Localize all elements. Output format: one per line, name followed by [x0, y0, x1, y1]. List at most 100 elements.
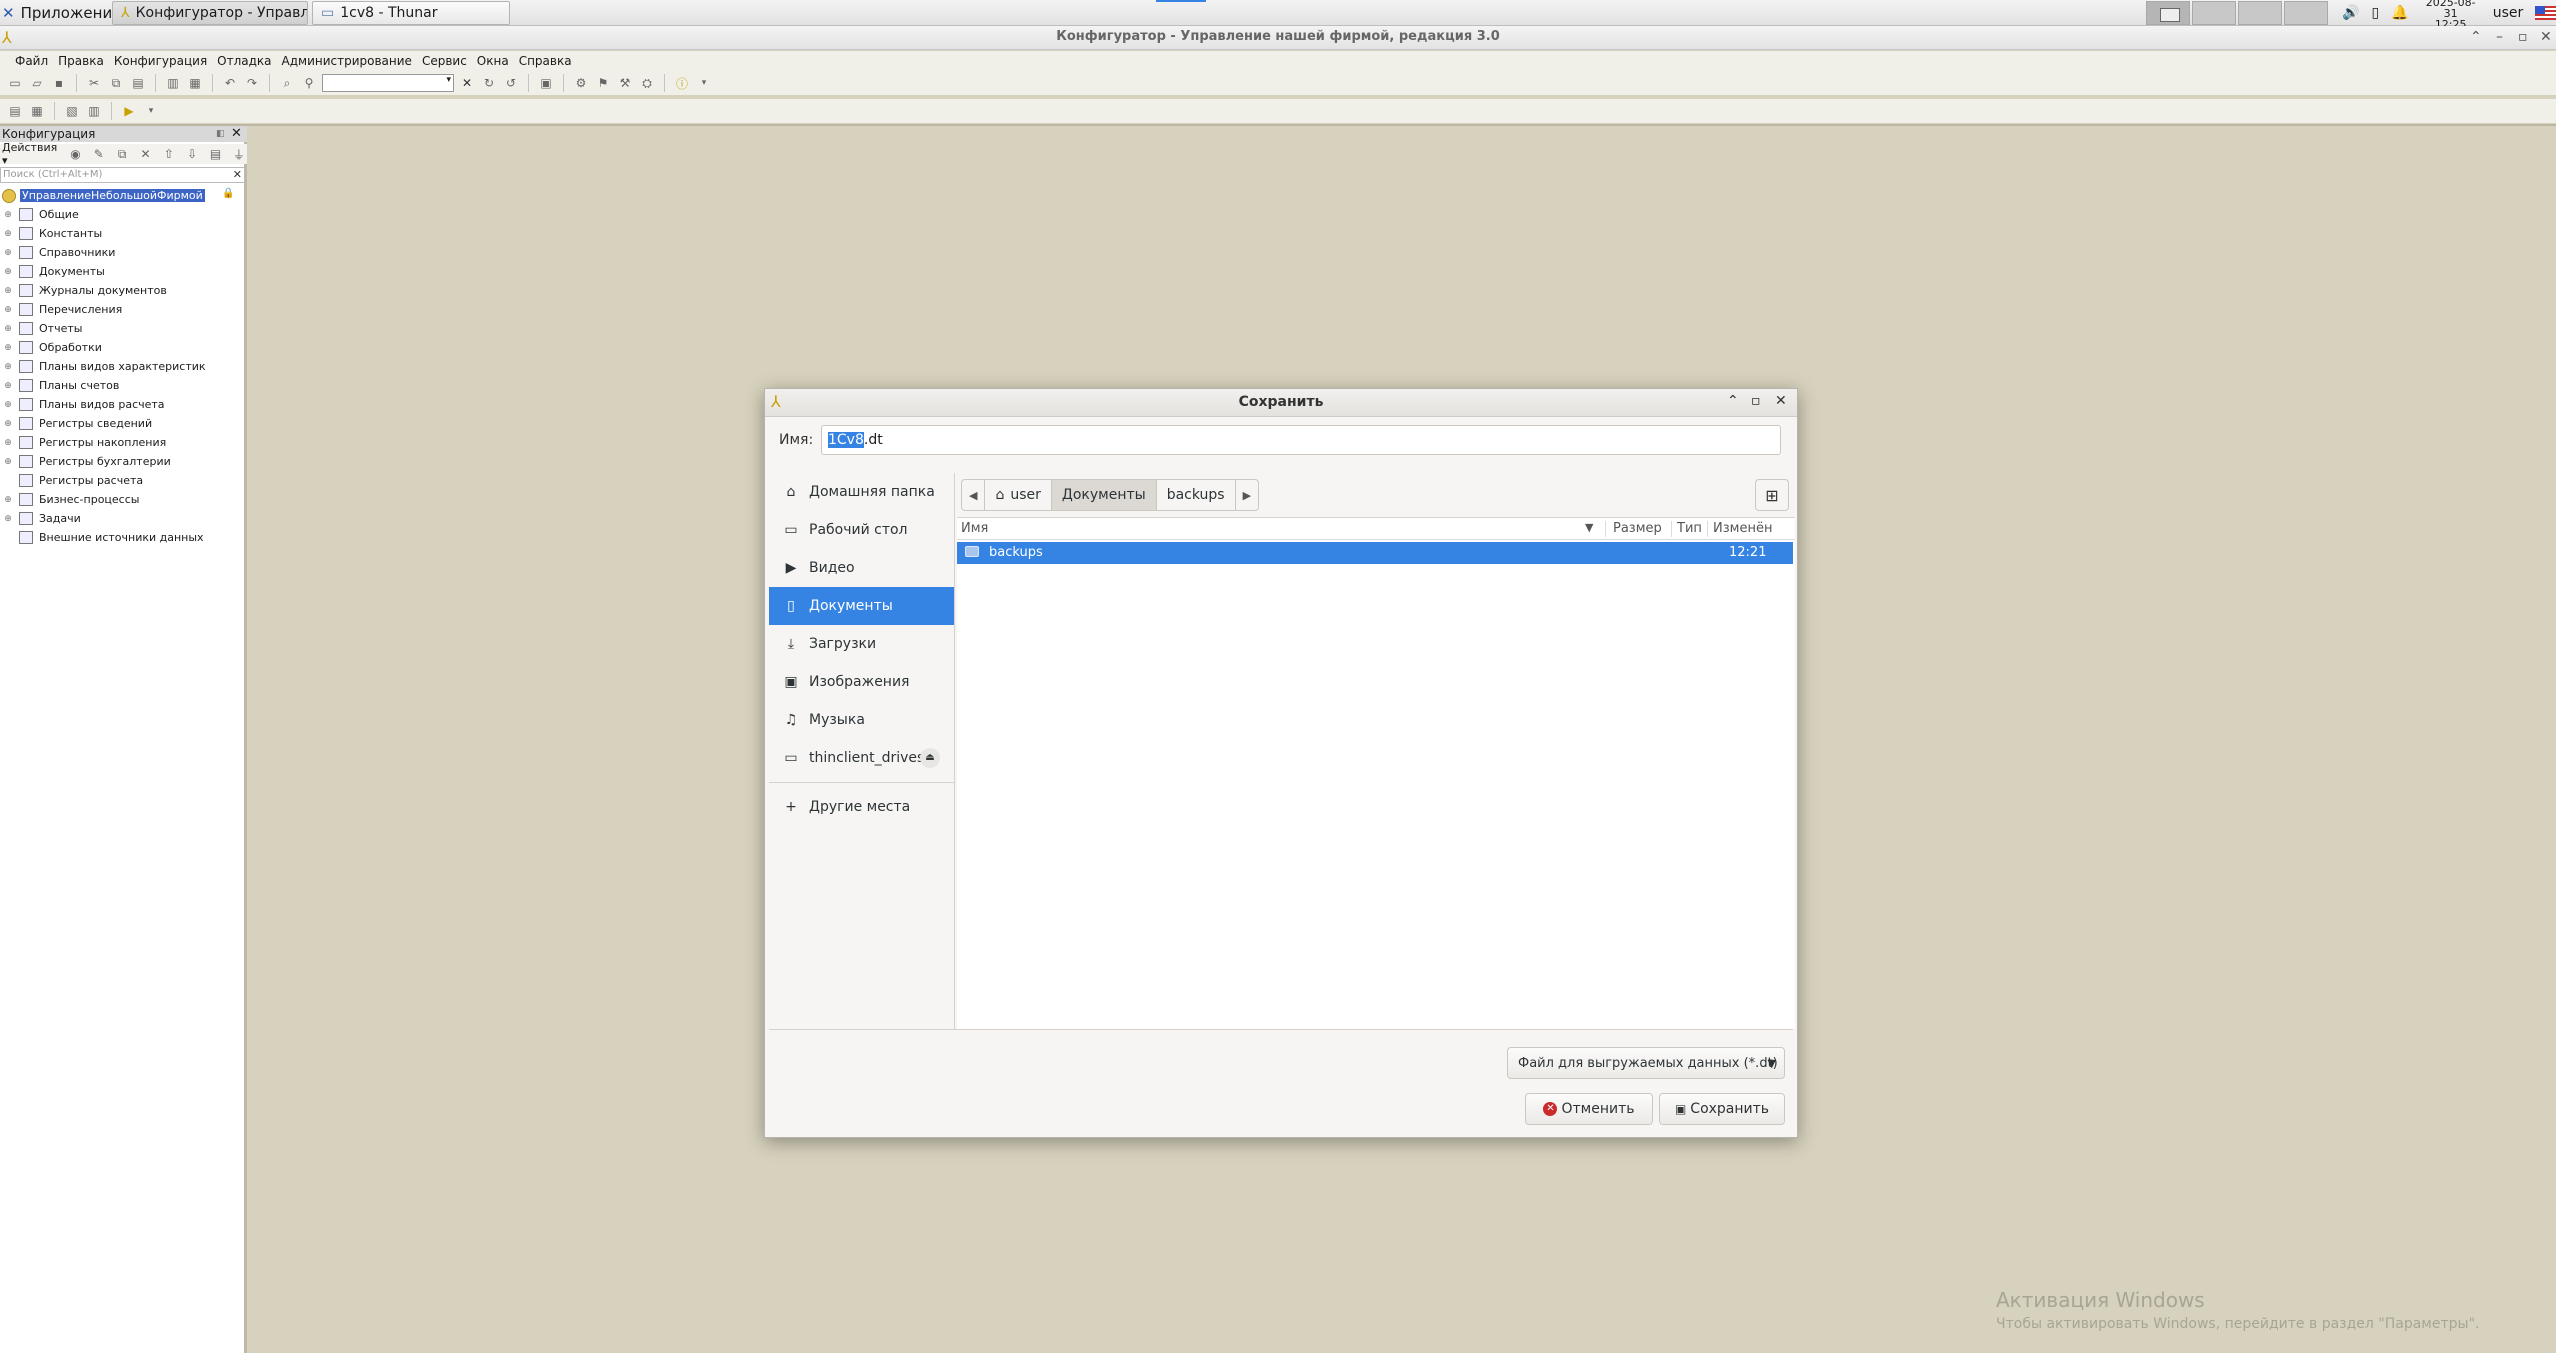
tree-item[interactable]: ⊕ Регистры бухгалтерии: [0, 452, 247, 471]
sort-icon[interactable]: ▤: [207, 145, 223, 163]
paste-icon[interactable]: ▤: [129, 74, 147, 92]
place-desktop[interactable]: ▭ Рабочий стол: [769, 511, 954, 549]
restore-icon[interactable]: ▫: [2518, 29, 2528, 45]
tree-item[interactable]: ⊕ Журналы документов: [0, 281, 247, 300]
tree-item[interactable]: ⊕ Документы: [0, 262, 247, 281]
expand-icon[interactable]: ⊕: [3, 419, 13, 429]
task-thunar[interactable]: ▭ 1cv8 - Thunar: [312, 1, 510, 25]
clear-search-icon[interactable]: ✕: [458, 74, 476, 92]
tree-item[interactable]: ⊕ Планы видов характеристик: [0, 357, 247, 376]
workspace-1[interactable]: [2146, 1, 2190, 25]
actions-menu[interactable]: Действия ▾: [2, 141, 60, 167]
tree-item[interactable]: ⊕ Задачи: [0, 509, 247, 528]
path-segment-user[interactable]: ⌂ user: [985, 480, 1052, 510]
place-video[interactable]: ▶ Видео: [769, 549, 954, 587]
menu-help[interactable]: Справка: [514, 54, 577, 68]
expand-icon[interactable]: ⊕: [3, 210, 13, 220]
close-icon[interactable]: ✕: [1775, 393, 1787, 409]
notification-bell-icon[interactable]: 🔔: [2391, 5, 2408, 21]
us-flag-icon[interactable]: [2535, 6, 2556, 20]
workspace-4[interactable]: [2284, 1, 2328, 25]
filter-icon[interactable]: ⏚: [231, 145, 247, 163]
eject-icon[interactable]: ⏏: [920, 748, 940, 768]
preview-icon[interactable]: ▦: [186, 74, 204, 92]
find-icon[interactable]: ⌕: [278, 74, 296, 92]
expand-icon[interactable]: ⊕: [3, 343, 13, 353]
column-modified[interactable]: Изменён: [1713, 521, 1772, 536]
redo-icon[interactable]: ↷: [243, 74, 261, 92]
copy-item-icon[interactable]: ⧉: [114, 145, 130, 163]
user-name[interactable]: user: [2493, 5, 2524, 21]
expand-icon[interactable]: ⊕: [3, 229, 13, 239]
menu-service[interactable]: Сервис: [417, 54, 472, 68]
print-icon[interactable]: ▥: [164, 74, 182, 92]
expand-icon[interactable]: ⊕: [3, 248, 13, 258]
expand-icon[interactable]: ⊕: [3, 267, 13, 277]
file-row[interactable]: backups 12:21: [957, 542, 1793, 564]
search-combo[interactable]: ▾: [322, 74, 454, 92]
place-thinclient-drives[interactable]: ▭ thinclient_drives ⏏: [769, 739, 954, 777]
tree-item[interactable]: ⊕ Планы счетов: [0, 376, 247, 395]
place-home[interactable]: ⌂ Домашняя папка: [769, 473, 954, 511]
window-list-icon[interactable]: ▣: [537, 74, 555, 92]
expand-icon[interactable]: ⊕: [3, 400, 13, 410]
workspace-2[interactable]: [2192, 1, 2236, 25]
find-next-icon[interactable]: ↻: [480, 74, 498, 92]
filename-input[interactable]: 1Cv8.dt: [821, 425, 1781, 455]
expand-icon[interactable]: ⊕: [3, 286, 13, 296]
clear-search-icon[interactable]: ✕: [233, 168, 242, 182]
add-icon[interactable]: ◉: [67, 145, 83, 163]
new-folder-button[interactable]: ⊞: [1755, 479, 1789, 511]
tree-item[interactable]: ⊕ Перечисления: [0, 300, 247, 319]
close-panel-icon[interactable]: ✕: [231, 126, 242, 142]
tree-item[interactable]: ⊕ Регистры накопления: [0, 433, 247, 452]
tree-item[interactable]: ⊕ Регистры сведений: [0, 414, 247, 433]
tree-item[interactable]: ⊕ Обработки: [0, 338, 247, 357]
tree-root[interactable]: УправлениеНебольшойФирмой 🔒: [0, 186, 247, 205]
tree-item[interactable]: ⊕ Планы видов расчета: [0, 395, 247, 414]
edit-icon[interactable]: ✎: [91, 145, 107, 163]
expand-icon[interactable]: ⊕: [3, 438, 13, 448]
workspace-3[interactable]: [2238, 1, 2282, 25]
filetype-select[interactable]: Файл для выгружаемых данных (*.dt) ▼: [1507, 1047, 1785, 1079]
task-konfigurator[interactable]: ⅄ Конфигуратор - Управле...: [112, 1, 308, 25]
place-downloads[interactable]: ⤓ Загрузки: [769, 625, 954, 663]
expand-icon[interactable]: ⊕: [3, 381, 13, 391]
menu-debug[interactable]: Отладка: [212, 54, 276, 68]
dropdown-icon[interactable]: ▾: [142, 102, 160, 120]
dropdown-icon[interactable]: ▾: [695, 74, 713, 92]
menu-windows[interactable]: Окна: [472, 54, 514, 68]
expand-icon[interactable]: ⊕: [3, 495, 13, 505]
config-icon[interactable]: ▤: [6, 102, 24, 120]
cut-icon[interactable]: ✂: [85, 74, 103, 92]
tree-item[interactable]: ⊕ Бизнес-процессы: [0, 490, 247, 509]
find-prev-icon[interactable]: ↺: [502, 74, 520, 92]
debug-icon[interactable]: ⚙: [572, 74, 590, 92]
maximize-up-icon[interactable]: ⌃: [1727, 393, 1739, 409]
menu-configuration[interactable]: Конфигурация: [109, 54, 212, 68]
path-forward-button[interactable]: ▶: [1236, 480, 1258, 510]
save-icon[interactable]: ▪: [50, 74, 68, 92]
run-icon[interactable]: ▶: [120, 102, 138, 120]
expand-icon[interactable]: ⊕: [3, 324, 13, 334]
info-icon[interactable]: ⓘ: [673, 74, 691, 92]
new-icon[interactable]: ▭: [6, 74, 24, 92]
sort-desc-icon[interactable]: ▼: [1585, 521, 1593, 534]
config-search-input[interactable]: Поиск (Ctrl+Alt+M) ✕: [0, 167, 245, 183]
menu-administration[interactable]: Администрирование: [277, 54, 417, 68]
search-icon[interactable]: ⚲: [300, 74, 318, 92]
path-segment-documents[interactable]: Документы: [1051, 480, 1157, 510]
tree-item[interactable]: ⊕ Константы: [0, 224, 247, 243]
menu-file[interactable]: Файл: [10, 54, 53, 68]
save-button[interactable]: ▣ Сохранить: [1659, 1093, 1785, 1125]
tool-icon[interactable]: ⛭: [638, 74, 656, 92]
expand-icon[interactable]: ⊕: [3, 305, 13, 315]
expand-icon[interactable]: ⊕: [3, 362, 13, 372]
tree-item[interactable]: ⊕ Отчеты: [0, 319, 247, 338]
undo-icon[interactable]: ↶: [221, 74, 239, 92]
cancel-button[interactable]: ✕ Отменить: [1525, 1093, 1653, 1125]
update-icon[interactable]: ▧: [63, 102, 81, 120]
place-other-locations[interactable]: + Другие места: [769, 788, 954, 826]
expand-icon[interactable]: ⊕: [3, 457, 13, 467]
place-music[interactable]: ♫ Музыка: [769, 701, 954, 739]
